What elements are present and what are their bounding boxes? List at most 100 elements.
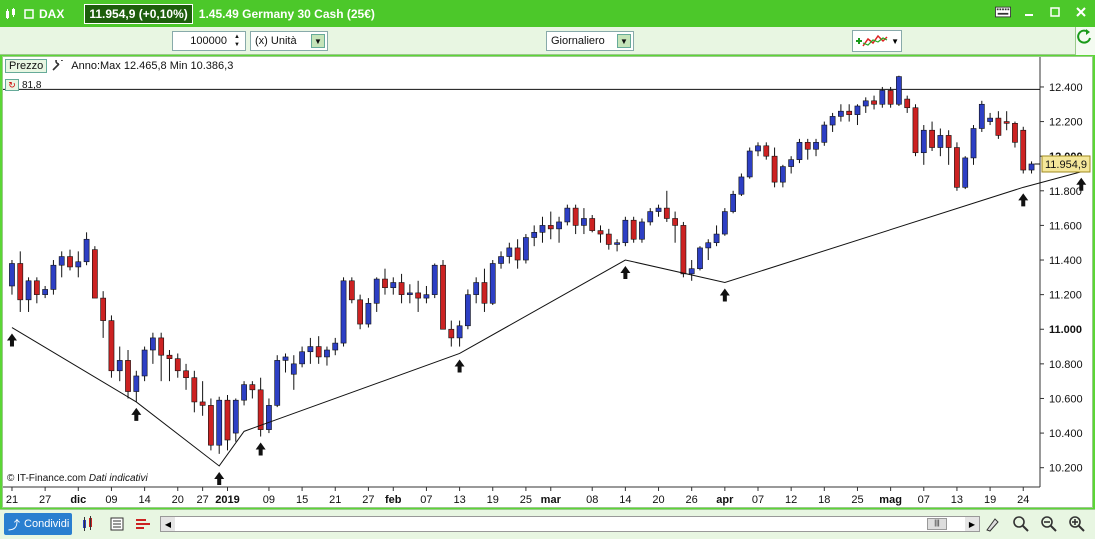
candle: [945, 130, 952, 165]
x-tick-label: 13: [951, 494, 963, 506]
zoom-out-icon[interactable]: [1040, 515, 1058, 533]
chevron-down-icon[interactable]: ▼: [891, 37, 899, 46]
candle: [813, 138, 819, 157]
up-arrow-icon: [255, 442, 266, 456]
symbol-name: DAX: [39, 6, 65, 21]
spin-arrows-icon[interactable]: ▲ ▼: [231, 33, 243, 49]
x-tick-label: 27: [196, 494, 208, 506]
candle: [423, 285, 430, 304]
maximize-icon[interactable]: [1047, 5, 1063, 19]
candle: [995, 111, 1002, 139]
period-select[interactable]: Giornaliero ▼: [546, 31, 634, 51]
y-tick-label: 11.800: [1049, 186, 1082, 198]
x-tick-label: 14: [138, 494, 150, 506]
y-tick-label: 12.200: [1049, 117, 1083, 129]
x-tick-label: 13: [453, 494, 465, 506]
unit-value: (x) Unità: [255, 35, 297, 47]
share-label: Condividi: [24, 518, 70, 530]
candle-body-up: [274, 360, 281, 406]
candle: [506, 242, 513, 264]
candle: [630, 216, 637, 243]
candle: [208, 398, 214, 451]
candle-body-down: [191, 377, 198, 403]
candle-body-up: [423, 294, 430, 299]
candle-body-down: [1012, 123, 1018, 143]
expand-icon[interactable]: [22, 7, 36, 21]
price-badge[interactable]: Prezzo: [5, 59, 48, 73]
up-arrow-icon: [131, 407, 142, 421]
keyboard-icon[interactable]: [995, 5, 1011, 19]
candle-body-down: [33, 280, 40, 295]
candle-body-down: [208, 405, 214, 446]
candle-body-up: [854, 105, 861, 115]
indicators-button[interactable]: ▼: [852, 30, 902, 52]
candle-body-down: [929, 129, 935, 148]
x-tick-label: 24: [1017, 494, 1029, 506]
candlestick-icon[interactable]: [4, 7, 18, 21]
scroll-thumb[interactable]: |||: [927, 518, 947, 530]
candle-body-up: [970, 128, 977, 159]
candle: [266, 398, 272, 434]
candle-body-down: [91, 249, 98, 299]
side-panel-tab[interactable]: [1075, 27, 1095, 55]
zoom-in-icon[interactable]: [1068, 515, 1086, 533]
candle-body-up: [879, 90, 886, 105]
candle-body-down: [1020, 129, 1027, 171]
candle: [779, 164, 786, 188]
x-tick-label: 27: [39, 494, 51, 506]
indicator-toggle-icon[interactable]: ↻: [5, 79, 19, 91]
candle: [514, 239, 521, 269]
indicator-value: 81,8: [22, 79, 42, 91]
candle: [58, 251, 65, 278]
candle: [564, 204, 571, 226]
candle: [647, 208, 654, 226]
candle: [489, 260, 496, 306]
chevron-down-icon[interactable]: ▼: [311, 34, 325, 48]
candle-body-up: [456, 325, 463, 339]
candle: [75, 251, 82, 278]
list-icon[interactable]: [108, 515, 126, 533]
y-tick-label: 10.800: [1049, 359, 1083, 371]
volume-bars-icon[interactable]: [134, 515, 152, 533]
candle: [879, 86, 886, 108]
scroll-right-icon[interactable]: ▶: [965, 517, 979, 531]
candle-body-up: [556, 221, 562, 230]
close-icon[interactable]: [1073, 5, 1089, 19]
last-price-label: 11.954,9: [1045, 159, 1087, 171]
bottom-toolbar: ⤴ Condividi ◀ ||| ▶: [0, 509, 1095, 539]
time-scrollbar[interactable]: ◀ ||| ▶: [160, 516, 980, 532]
unit-select[interactable]: (x) Unità ▼: [250, 31, 328, 51]
candle-body-up: [838, 110, 844, 117]
candle-body-up: [697, 247, 703, 269]
draw-tool-icon[interactable]: [984, 515, 1002, 533]
candle-body-up: [42, 289, 48, 295]
candle-body-down: [108, 320, 115, 372]
share-button[interactable]: ⤴ Condividi: [4, 513, 72, 535]
x-tick-label: 09: [263, 494, 275, 506]
scroll-left-icon[interactable]: ◀: [161, 517, 175, 531]
candlestick-chart[interactable]: 10.200 10.400 10.600 10.800 11.000 11.200 11.4…: [3, 57, 1094, 509]
candle: [116, 346, 123, 382]
candle: [796, 138, 803, 164]
chevron-down-icon[interactable]: ▼: [617, 34, 631, 48]
candle: [348, 277, 355, 304]
candle-body-down: [257, 389, 264, 430]
wrench-icon[interactable]: [51, 60, 65, 72]
candle-body-down: [547, 225, 554, 230]
candles: [9, 75, 1035, 454]
candle-body-down: [67, 256, 73, 268]
candle-body-up: [116, 360, 123, 372]
zoom-fit-icon[interactable]: [1012, 515, 1030, 533]
chart-type-icon[interactable]: [80, 515, 98, 533]
candle: [614, 239, 620, 252]
candle: [232, 398, 239, 442]
title-bar: DAX 11.954,9 (+0,10%) 1.45.49 Germany 30…: [0, 0, 1095, 27]
price-chart[interactable]: 10.200 10.400 10.600 10.800 11.000 11.200 11.4…: [2, 56, 1093, 508]
candle-body-up: [622, 219, 629, 244]
candle: [50, 260, 57, 295]
quantity-stepper[interactable]: 100000 ▲ ▼: [172, 31, 246, 51]
y-tick-label: 11.600: [1049, 220, 1082, 232]
minimize-icon[interactable]: [1021, 5, 1037, 19]
candle: [639, 218, 645, 243]
candle: [440, 260, 446, 330]
